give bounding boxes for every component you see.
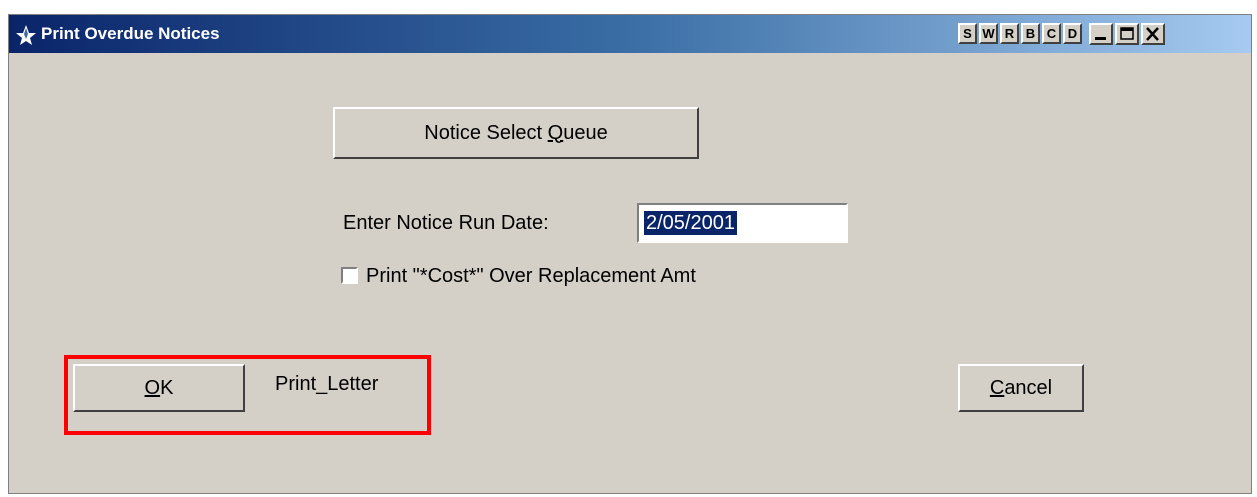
cancel-text-suffix: ancel <box>1004 376 1053 399</box>
cost-checkbox-label[interactable]: Print "*Cost*" Over Replacement Amt <box>366 265 696 288</box>
ok-button[interactable]: OK <box>73 364 245 412</box>
cost-checkbox[interactable] <box>341 267 358 284</box>
ok-label: OK <box>145 377 174 400</box>
toolbar-w-button[interactable]: W <box>979 23 998 44</box>
run-date-value: 2/05/2001 <box>644 211 737 235</box>
toolbar-d-button[interactable]: D <box>1063 23 1082 44</box>
print-overdue-notices-window: Print Overdue Notices S W R B C D Notice… <box>8 14 1252 494</box>
cancel-button[interactable]: Cancel <box>958 364 1084 412</box>
window-title: Print Overdue Notices <box>41 24 220 43</box>
run-date-label: Enter Notice Run Date: <box>343 212 549 234</box>
ok-mnemonic: O <box>144 376 161 399</box>
notice-queue-text-prefix: Notice Select <box>424 121 548 144</box>
close-button[interactable] <box>1141 23 1165 45</box>
ok-text-suffix: K <box>160 376 174 399</box>
notice-queue-mnemonic: Q <box>547 121 564 144</box>
toolbar-s-button[interactable]: S <box>958 23 977 44</box>
toolbar-c-button[interactable]: C <box>1042 23 1061 44</box>
minimize-icon <box>1095 37 1106 40</box>
run-date-input[interactable]: 2/05/2001 <box>637 203 848 243</box>
cancel-label: Cancel <box>990 377 1052 400</box>
cancel-mnemonic: C <box>989 376 1005 399</box>
maximize-icon <box>1120 27 1134 40</box>
close-icon <box>1146 27 1159 41</box>
title-bar[interactable]: Print Overdue Notices S W R B C D <box>9 15 1251 53</box>
maximize-button[interactable] <box>1115 23 1139 45</box>
notice-select-queue-label: Notice Select Queue <box>424 122 607 145</box>
minimize-button[interactable] <box>1089 23 1113 45</box>
toolbar-b-button[interactable]: B <box>1021 23 1040 44</box>
notice-select-queue-button[interactable]: Notice Select Queue <box>333 107 699 159</box>
print-letter-label: Print_Letter <box>275 373 379 395</box>
app-star-icon <box>16 25 36 45</box>
toolbar-r-button[interactable]: R <box>1000 23 1019 44</box>
notice-queue-text-suffix: ueue <box>563 121 608 144</box>
